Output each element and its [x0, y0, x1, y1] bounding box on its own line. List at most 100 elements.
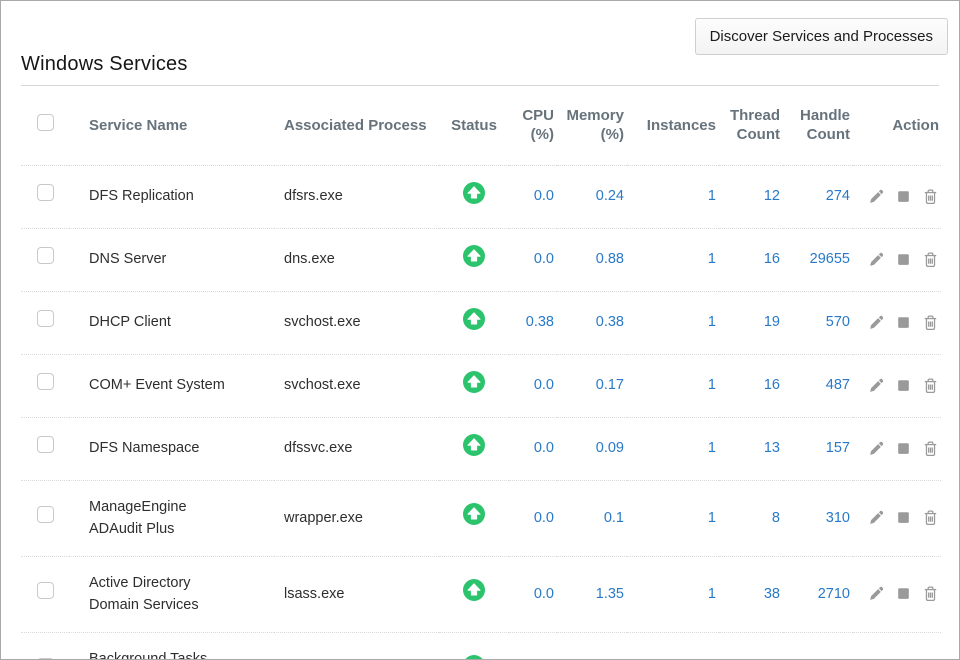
handle-count-value: 29655	[783, 228, 853, 291]
associated-process: svchost.exe	[274, 354, 439, 417]
row-checkbox[interactable]	[37, 247, 54, 264]
status-up-icon	[462, 307, 486, 331]
stop-icon[interactable]	[895, 509, 912, 526]
delete-icon[interactable]	[922, 585, 939, 602]
row-checkbox[interactable]	[37, 436, 54, 453]
action-cell	[853, 228, 941, 291]
associated-process: dns.exe	[274, 228, 439, 291]
service-name: ManageEngine ADAudit Plus	[69, 480, 274, 556]
column-header-label: Count	[719, 125, 780, 144]
row-checkbox[interactable]	[37, 373, 54, 390]
column-header-label: Thread	[719, 106, 780, 125]
row-checkbox[interactable]	[37, 184, 54, 201]
row-select-cell	[21, 632, 69, 660]
status-cell	[439, 417, 509, 480]
stop-icon[interactable]	[895, 188, 912, 205]
row-checkbox[interactable]	[37, 310, 54, 327]
windows-services-page: Discover Services and Processes Windows …	[0, 0, 960, 660]
status-up-icon	[462, 370, 486, 394]
column-header-name: Service Name	[69, 86, 274, 165]
action-cell	[853, 354, 941, 417]
column-header-label: Handle	[783, 106, 850, 125]
stop-icon[interactable]	[895, 585, 912, 602]
row-checkbox[interactable]	[37, 582, 54, 599]
cpu-value: 0.0	[509, 228, 557, 291]
status-cell	[439, 632, 509, 660]
row-checkbox[interactable]	[37, 506, 54, 523]
action-cell	[853, 165, 941, 228]
action-cell	[853, 417, 941, 480]
handle-count-value: 487	[783, 354, 853, 417]
handle-count-value: 274	[783, 165, 853, 228]
delete-icon[interactable]	[922, 314, 939, 331]
table-row: COM+ Event System svchost.exe 0.0 0.17 1…	[21, 354, 941, 417]
stop-icon[interactable]	[895, 440, 912, 457]
action-cell	[853, 556, 941, 632]
stop-icon[interactable]	[895, 251, 912, 268]
delete-icon[interactable]	[922, 377, 939, 394]
instances-value: 1	[627, 354, 719, 417]
thread-count-value: 16	[719, 228, 783, 291]
status-up-icon	[462, 502, 486, 526]
edit-icon[interactable]	[868, 377, 885, 394]
page-title: Windows Services	[21, 53, 939, 76]
cpu-value: 0.0	[509, 480, 557, 556]
memory-value: 1.35	[557, 556, 627, 632]
column-header-label: Count	[783, 125, 850, 144]
service-name: DHCP Client	[69, 291, 274, 354]
row-select-cell	[21, 165, 69, 228]
cpu-value: 0.0	[509, 165, 557, 228]
status-cell	[439, 228, 509, 291]
column-header-label: (%)	[509, 125, 554, 144]
instances-value: 1	[627, 556, 719, 632]
table-row: DFS Namespace dfssvc.exe 0.0 0.09 1 13 1…	[21, 417, 941, 480]
action-cell	[853, 291, 941, 354]
status-up-icon	[462, 578, 486, 602]
status-cell	[439, 165, 509, 228]
associated-process: dfssvc.exe	[274, 417, 439, 480]
thread-count-value: 7	[719, 632, 783, 660]
table-row: ManageEngine ADAudit Plus wrapper.exe 0.…	[21, 480, 941, 556]
edit-icon[interactable]	[868, 314, 885, 331]
handle-count-value: 310	[783, 480, 853, 556]
table-row: DFS Replication dfsrs.exe 0.0 0.24 1 12 …	[21, 165, 941, 228]
service-name: DFS Namespace	[69, 417, 274, 480]
delete-icon[interactable]	[922, 188, 939, 205]
column-header-instances: Instances	[627, 86, 719, 165]
column-header-label: Associated Process	[284, 116, 439, 135]
row-select-cell	[21, 417, 69, 480]
cpu-value: 0.38	[509, 291, 557, 354]
table-row: DNS Server dns.exe 0.0 0.88 1 16 29655	[21, 228, 941, 291]
memory-value: 0.24	[557, 165, 627, 228]
instances-value: 1	[627, 632, 719, 660]
status-up-icon	[462, 181, 486, 205]
delete-icon[interactable]	[922, 251, 939, 268]
handle-count-value: 2710	[783, 556, 853, 632]
edit-icon[interactable]	[868, 188, 885, 205]
edit-icon[interactable]	[868, 509, 885, 526]
column-header-cpu: CPU(%)	[509, 86, 557, 165]
row-select-cell	[21, 480, 69, 556]
edit-icon[interactable]	[868, 440, 885, 457]
column-header-threads: ThreadCount	[719, 86, 783, 165]
delete-icon[interactable]	[922, 440, 939, 457]
row-select-cell	[21, 228, 69, 291]
service-name: COM+ Event System	[69, 354, 274, 417]
select-all-checkbox[interactable]	[37, 114, 54, 131]
stop-icon[interactable]	[895, 314, 912, 331]
row-select-cell	[21, 354, 69, 417]
column-header-status: Status	[439, 86, 509, 165]
column-header-label: Status	[439, 116, 509, 135]
edit-icon[interactable]	[868, 585, 885, 602]
thread-count-value: 16	[719, 354, 783, 417]
handle-count-value: 157	[783, 417, 853, 480]
instances-value: 1	[627, 291, 719, 354]
instances-value: 1	[627, 165, 719, 228]
delete-icon[interactable]	[922, 509, 939, 526]
table-row: Background Tasks Infrastructure Service …	[21, 632, 941, 660]
edit-icon[interactable]	[868, 251, 885, 268]
status-up-icon	[462, 244, 486, 268]
stop-icon[interactable]	[895, 377, 912, 394]
service-name: Background Tasks Infrastructure Service	[69, 632, 274, 660]
discover-services-button[interactable]: Discover Services and Processes	[695, 18, 948, 55]
